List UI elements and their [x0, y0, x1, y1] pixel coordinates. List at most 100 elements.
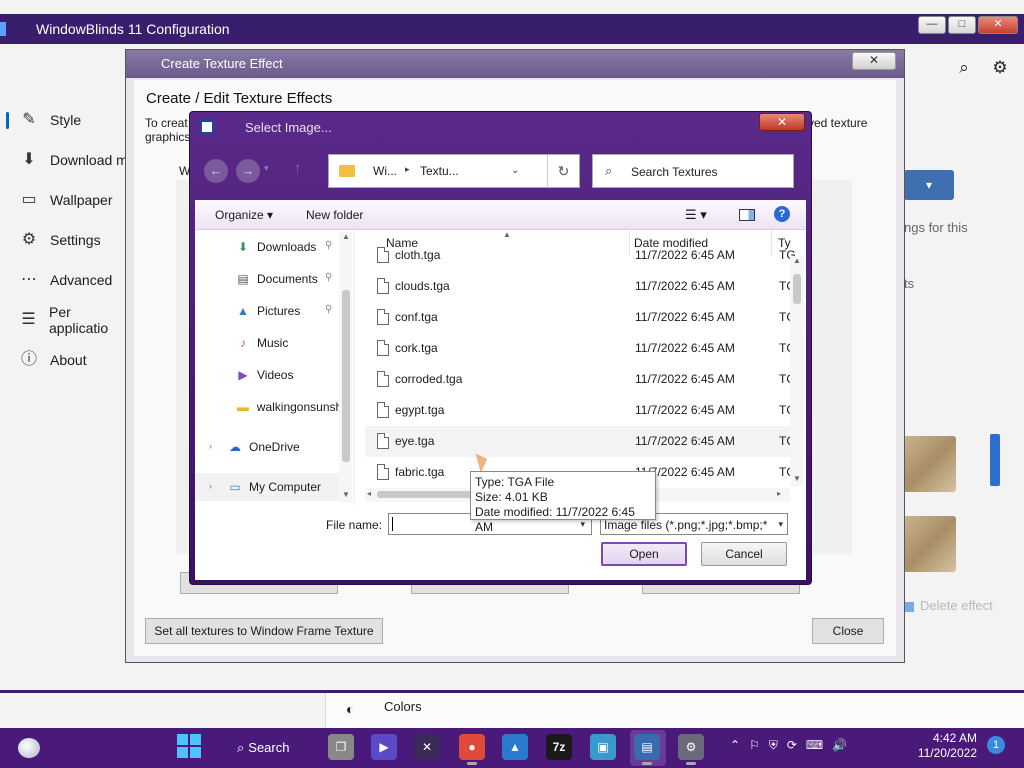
- scrollbar-thumb[interactable]: [377, 491, 477, 498]
- volume-icon[interactable]: 🔊: [832, 738, 847, 752]
- scroll-right-arrow-icon[interactable]: ▸: [777, 489, 781, 498]
- scroll-indicator: [990, 434, 1000, 486]
- nav-item-videos[interactable]: ▶ Videos: [195, 361, 341, 389]
- scrollbar-thumb[interactable]: [342, 290, 350, 462]
- taskbar-app-chrome[interactable]: ●: [459, 734, 485, 765]
- address-bar[interactable]: Wi... ▸ Textu... ⌄ ↻: [328, 154, 580, 188]
- search-box[interactable]: ⌕ Search Textures: [592, 154, 794, 188]
- scrollbar-thumb[interactable]: [793, 274, 801, 304]
- close-button[interactable]: ✕: [759, 113, 805, 131]
- taskbar-app-meet[interactable]: ▶: [371, 734, 397, 760]
- column-header-date[interactable]: Date modified: [634, 230, 708, 256]
- file-row[interactable]: clouds.tga 11/7/2022 6:45 AM TG: [365, 271, 796, 302]
- nav-item-label: Music: [257, 336, 289, 350]
- column-header-type[interactable]: Ty: [778, 230, 791, 256]
- recent-locations-chevron-icon[interactable]: ▾: [264, 163, 269, 174]
- sidebar-item-label: Style: [50, 112, 82, 128]
- nav-item-music[interactable]: ♪ Music: [195, 329, 341, 357]
- search-icon[interactable]: ⌕: [954, 58, 974, 78]
- cancel-button[interactable]: Cancel: [701, 542, 787, 566]
- minimize-button[interactable]: —: [918, 16, 946, 34]
- file-name-label: File name:: [326, 518, 383, 532]
- sidebar-item-label: Wallpaper: [50, 192, 113, 208]
- dropdown-button[interactable]: ▾: [904, 170, 954, 200]
- shield-icon[interactable]: ⛨: [769, 738, 778, 753]
- delete-effect-checkbox[interactable]: Delete effect: [904, 598, 993, 613]
- column-divider[interactable]: [629, 230, 630, 256]
- sidebar-item-download[interactable]: ⬇ Download m: [0, 140, 130, 180]
- notification-badge[interactable]: 1: [987, 736, 1005, 754]
- column-header-name[interactable]: Name: [386, 230, 418, 256]
- sidebar-item-about[interactable]: ⓘ About: [0, 340, 130, 380]
- column-divider[interactable]: [771, 230, 772, 256]
- taskbar-search[interactable]: ⌕ Search: [225, 734, 305, 762]
- nav-item-documents[interactable]: ▤ Documents ⚲: [195, 265, 341, 293]
- scroll-left-arrow-icon[interactable]: ◂: [367, 489, 371, 498]
- show-hidden-icons-icon[interactable]: ⌃: [730, 738, 740, 752]
- file-row[interactable]: egypt.tga 11/7/2022 6:45 AM TG: [365, 395, 796, 426]
- breadcrumb-separator-icon: ▸: [405, 164, 410, 174]
- set-all-textures-button[interactable]: Set all textures to Window Frame Texture: [145, 618, 383, 644]
- network-icon[interactable]: ⚐: [749, 738, 760, 752]
- file-row[interactable]: conf.tga 11/7/2022 6:45 AM TG: [365, 302, 796, 333]
- view-options-icon[interactable]: ☰ ▾: [685, 207, 707, 223]
- back-arrow-icon[interactable]: ←: [204, 159, 228, 183]
- new-folder-button[interactable]: New folder: [306, 208, 363, 222]
- weather-icon[interactable]: [18, 738, 40, 758]
- vertical-scrollbar[interactable]: ▲ ▼: [790, 256, 804, 486]
- taskbar-app-xtools[interactable]: ✕: [414, 734, 440, 760]
- breadcrumb-item[interactable]: Textu...: [420, 164, 459, 178]
- nav-item-downloads[interactable]: ⬇ Downloads ⚲: [195, 233, 341, 261]
- scroll-up-arrow-icon[interactable]: ▲: [793, 256, 801, 265]
- forward-arrow-icon[interactable]: →: [236, 159, 260, 183]
- maximize-button[interactable]: □: [948, 16, 976, 34]
- right-pane-text: ts: [904, 276, 915, 291]
- nav-item-my-computer[interactable]: › ▭ My Computer: [195, 473, 341, 501]
- organize-button[interactable]: Organize ▾: [215, 208, 273, 222]
- file-row[interactable]: cork.tga 11/7/2022 6:45 AM TG: [365, 333, 796, 364]
- texture-thumbnail[interactable]: [904, 436, 956, 492]
- scroll-down-arrow-icon[interactable]: ▼: [793, 474, 801, 483]
- taskbar-app-windowblinds[interactable]: ▤: [634, 734, 660, 765]
- chevron-down-icon[interactable]: ⌄: [511, 165, 519, 176]
- sidebar-item-style[interactable]: ✎ Style: [0, 100, 130, 140]
- refresh-icon[interactable]: ↻: [547, 155, 579, 187]
- keyboard-icon[interactable]: ⌨: [806, 738, 823, 752]
- sidebar-item-per-application[interactable]: ☰ Per applicatio: [0, 300, 130, 340]
- vertical-scrollbar[interactable]: ▲ ▼: [339, 232, 353, 502]
- taskbar-app-photos[interactable]: ▲: [502, 734, 528, 760]
- nav-item-onedrive[interactable]: › ☁ OneDrive: [195, 433, 341, 461]
- expand-chevron-icon[interactable]: ›: [209, 441, 212, 451]
- file-row[interactable]: corroded.tga 11/7/2022 6:45 AM TG: [365, 364, 796, 395]
- texture-thumbnail[interactable]: [904, 516, 956, 572]
- sync-icon[interactable]: ⟳: [787, 738, 797, 752]
- nav-item-pictures[interactable]: ▲ Pictures ⚲: [195, 297, 341, 325]
- file-row[interactable]: eye.tga 11/7/2022 6:45 AM TG: [365, 426, 796, 457]
- scroll-down-arrow-icon[interactable]: ▼: [342, 490, 350, 499]
- sidebar-item-settings[interactable]: ⚙ Settings: [0, 220, 130, 260]
- close-button[interactable]: ✕: [978, 16, 1018, 34]
- expand-chevron-icon[interactable]: ›: [209, 481, 212, 491]
- sidebar-item-label: Advanced: [50, 272, 113, 288]
- scroll-up-arrow-icon[interactable]: ▲: [342, 232, 350, 241]
- up-arrow-icon[interactable]: ↑: [294, 160, 302, 177]
- taskbar-app-taskview[interactable]: ❐: [328, 734, 354, 760]
- gear-icon[interactable]: ⚙: [990, 58, 1010, 78]
- help-icon[interactable]: ?: [774, 206, 790, 222]
- start-button[interactable]: [177, 734, 201, 758]
- sidebar-item-advanced[interactable]: ⋯ Advanced: [0, 260, 130, 300]
- close-button[interactable]: ✕: [852, 52, 896, 70]
- clock[interactable]: 4:42 AM 11/20/2022: [915, 731, 977, 761]
- taskbar-app-7zip[interactable]: 7z: [546, 734, 572, 760]
- close-dialog-button[interactable]: Close: [812, 618, 884, 644]
- sidebar-item-wallpaper[interactable]: ▭ Wallpaper: [0, 180, 130, 220]
- file-row[interactable]: cloth.tga 11/7/2022 6:45 AM TG: [365, 240, 796, 271]
- preview-pane-icon[interactable]: [739, 209, 755, 221]
- breadcrumb-item[interactable]: Wi...: [373, 164, 397, 178]
- nav-item-walkingonsunsh[interactable]: ▬ walkingonsunsh: [195, 393, 341, 421]
- taskbar-app-monitor[interactable]: ▣: [590, 734, 616, 760]
- taskbar-app-settings[interactable]: ⚙: [678, 734, 704, 765]
- open-button[interactable]: Open: [601, 542, 687, 566]
- colors-row[interactable]: ◐ Colors: [325, 693, 1024, 728]
- dialog-heading: Create / Edit Texture Effects: [146, 90, 333, 107]
